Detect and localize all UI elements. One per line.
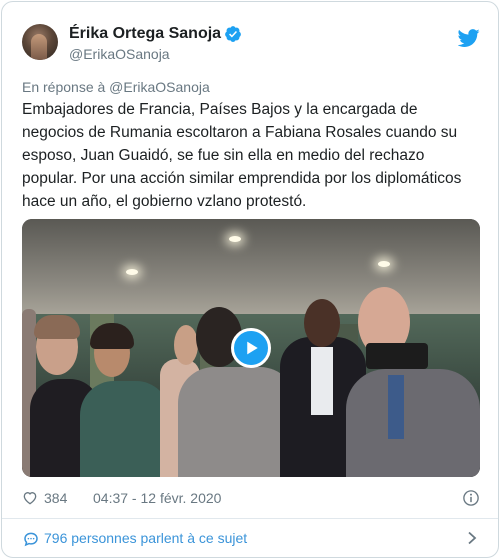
conversation-count[interactable]: 796 personnes parlent à ce sujet [44,530,247,546]
author-name-row[interactable]: Érika Ortega Sanoja [69,25,242,43]
video-thumbnail[interactable] [22,219,480,477]
play-icon [247,341,258,355]
reply-context[interactable]: En réponse à @ErikaOSanoja [22,79,210,95]
embedded-tweet-card: Érika Ortega Sanoja @ErikaOSanoja En rép… [1,1,499,558]
tweet-text-line: esposo, Juan Guaidó, se fue sin ella en … [22,147,425,164]
heart-icon[interactable] [22,490,38,506]
chevron-right-icon [468,531,477,545]
like-count[interactable]: 384 [44,490,67,506]
info-icon[interactable] [462,489,480,507]
verified-badge-icon [225,26,241,42]
tweet-timestamp[interactable]: 04:37 - 12 févr. 2020 [93,490,221,506]
tweet-text-line: popular. Por una acción similar emprendi… [22,170,462,187]
tweet-text-line: negocios de Rumania escoltaron a Fabiana… [22,124,458,141]
tweet-header: Érika Ortega Sanoja @ErikaOSanoja [22,24,480,64]
tweet-text-line: Embajadores de Francia, Países Bajos y l… [22,101,418,118]
twitter-bird-icon[interactable] [458,27,480,49]
comment-icon [24,532,38,547]
author-name[interactable]: Érika Ortega Sanoja [69,25,221,43]
tweet-meta: 384 04:37 - 12 févr. 2020 [22,488,480,508]
play-button[interactable] [231,328,271,368]
author-handle[interactable]: @ErikaOSanoja [69,46,170,62]
tweet-text: Embajadores de Francia, Países Bajos y l… [22,98,482,213]
tweet-text-line: hace un año, el gobierno vzlano protestó… [22,193,307,210]
avatar[interactable] [22,24,58,60]
conversation-link[interactable]: 796 personnes parlent à ce sujet [2,519,498,557]
